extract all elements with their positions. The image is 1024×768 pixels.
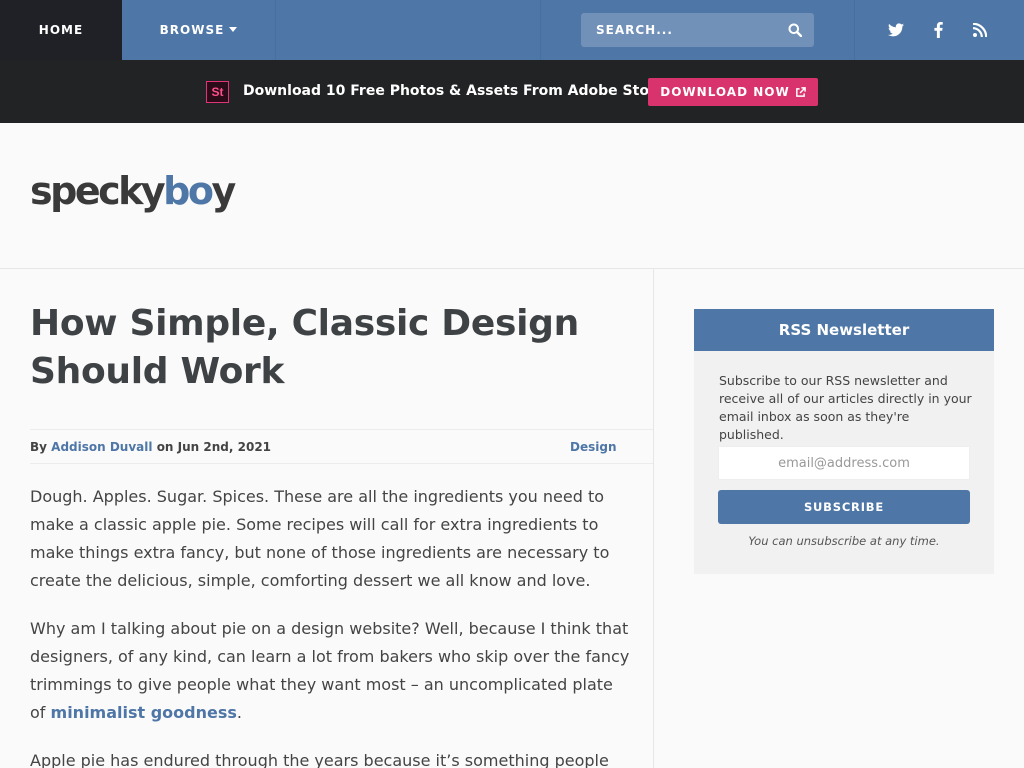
site-logo[interactable]: speckyboy — [30, 168, 236, 214]
article-paragraph-3: Apple pie has endured through the years … — [30, 751, 609, 768]
external-link-icon — [795, 86, 806, 97]
author-link[interactable]: Addison Duvall — [51, 440, 152, 454]
logo-text-tail: y — [211, 169, 236, 213]
search-icon[interactable] — [788, 22, 804, 38]
logo-text-accent: bo — [163, 169, 214, 213]
adobe-stock-logo: St — [206, 81, 229, 103]
sidebar-divider — [653, 269, 654, 768]
twitter-icon[interactable] — [875, 0, 917, 60]
search-box — [581, 13, 814, 47]
top-navigation-bar: HOME BROWSE — [0, 0, 1024, 60]
rss-icon[interactable] — [959, 0, 1001, 60]
article-paragraph-1: Dough. Apples. Sugar. Spices. These are … — [30, 487, 610, 590]
promo-banner-text[interactable]: Download 10 Free Photos & Assets From Ad… — [243, 82, 667, 100]
newsletter-email-input[interactable] — [718, 446, 970, 480]
search-input[interactable] — [581, 13, 776, 47]
nav-browse-label: BROWSE — [159, 23, 225, 37]
article-paragraph-2: Why am I talking about pie on a design w… — [30, 615, 630, 727]
meta-on: on — [156, 440, 174, 454]
meta-by: By — [30, 440, 47, 454]
article-title: How Simple, Classic Design Should Work — [30, 303, 579, 392]
article-date: Jun 2nd, 2021 — [177, 440, 272, 454]
nav-divider — [540, 0, 541, 60]
paragraph-text: . — [236, 703, 242, 722]
meta-divider — [30, 429, 653, 430]
category-link[interactable]: Design — [570, 439, 617, 455]
facebook-icon[interactable] — [917, 0, 959, 60]
newsletter-description: Subscribe to our RSS newsletter and rece… — [719, 373, 972, 442]
newsletter-heading: RSS Newsletter — [694, 309, 994, 351]
minimalist-goodness-link[interactable]: minimalist goodness — [51, 703, 237, 722]
subscribe-button[interactable]: SUBSCRIBE — [718, 490, 970, 524]
download-now-label: DOWNLOAD NOW — [660, 85, 790, 99]
chevron-down-icon — [229, 26, 238, 32]
article-meta: By Addison Duvall on Jun 2nd, 2021 — [30, 439, 271, 455]
nav-divider — [854, 0, 855, 60]
meta-divider — [30, 463, 653, 464]
download-now-button[interactable]: DOWNLOAD NOW — [648, 78, 818, 106]
unsubscribe-note: You can unsubscribe at any time. — [748, 534, 940, 548]
logo-text-main: specky — [30, 169, 166, 213]
nav-home-link[interactable]: HOME — [0, 0, 122, 60]
nav-browse-menu[interactable]: BROWSE — [122, 0, 276, 60]
